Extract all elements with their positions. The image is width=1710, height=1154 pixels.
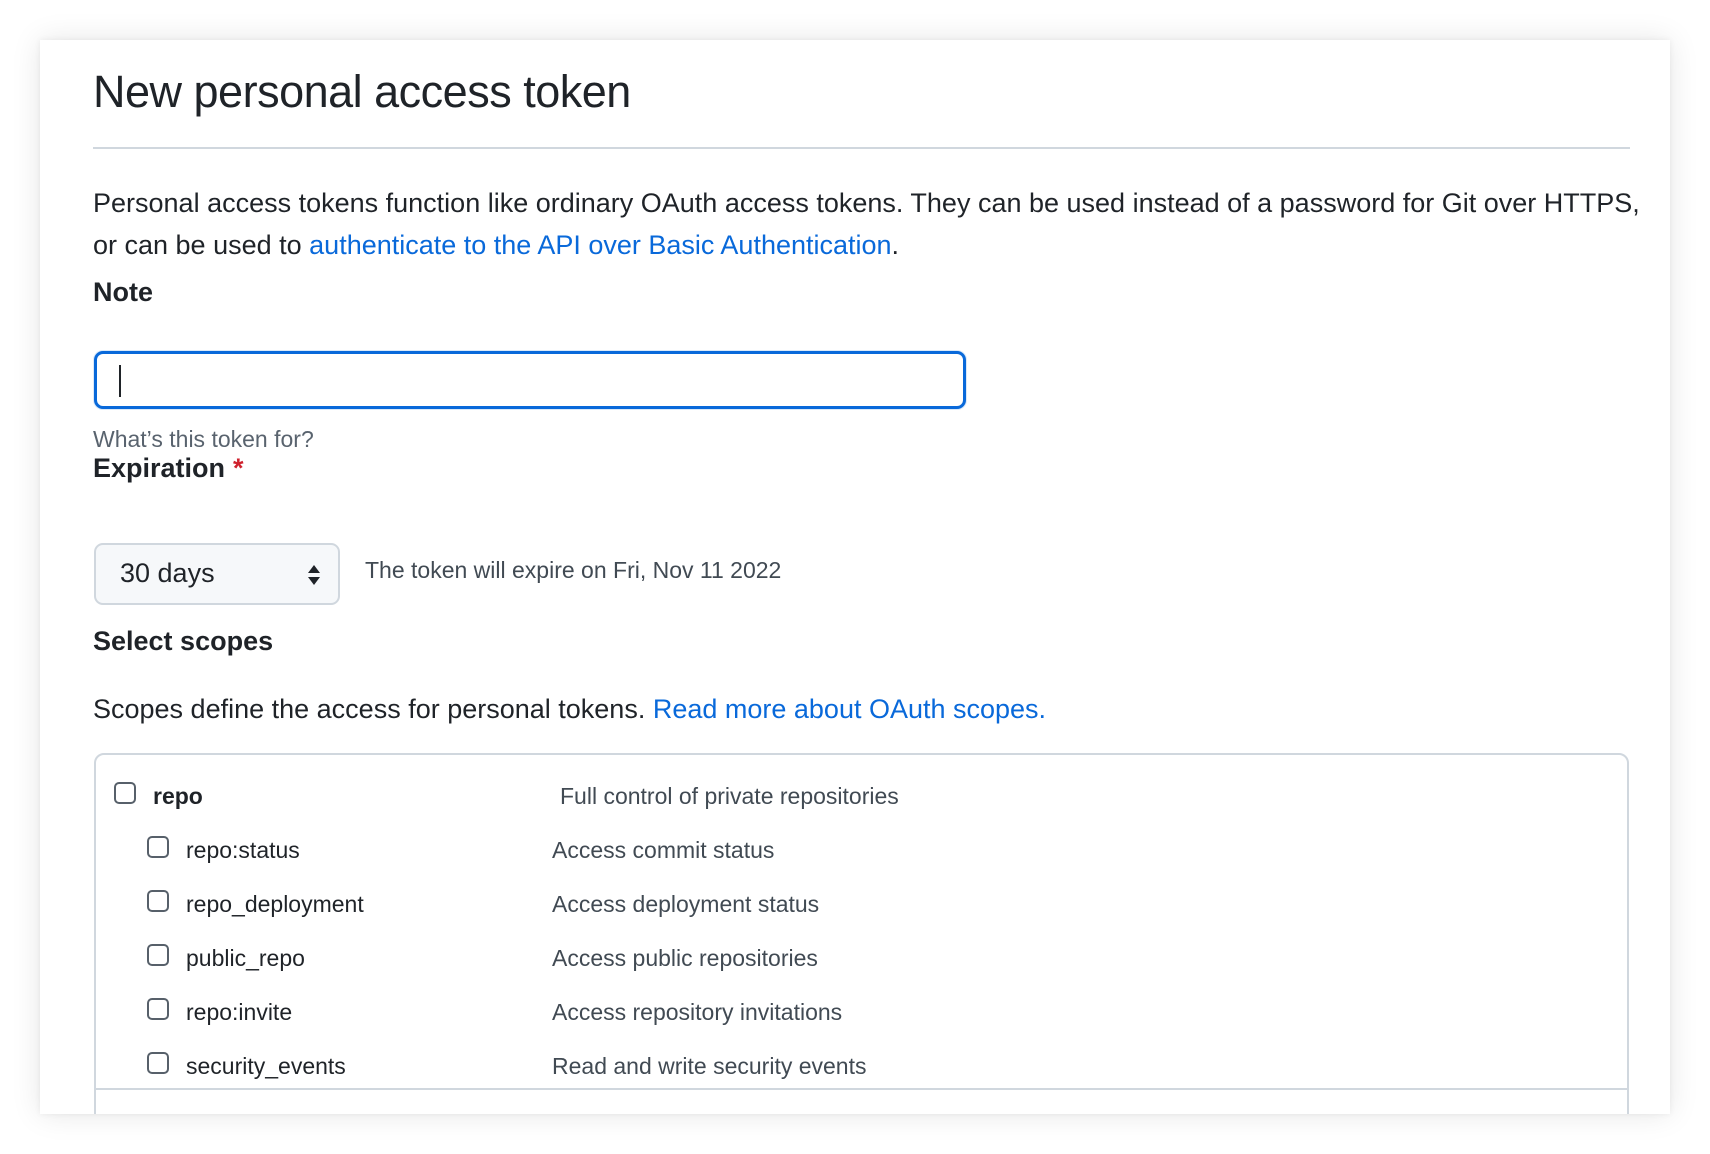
scope-checkbox-repo-invite[interactable] [147,998,169,1020]
expiration-select[interactable]: 30 days [94,543,340,605]
oauth-scopes-link[interactable]: Read more about OAuth scopes. [653,694,1046,724]
scope-name[interactable]: public_repo [186,945,305,972]
scope-description: Full control of private repositories [560,783,899,809]
page-title: New personal access token [93,66,631,117]
scope-row-repo: repo Full control of private repositorie… [96,775,1596,815]
scope-group-divider [96,1088,1627,1090]
basic-auth-link[interactable]: authenticate to the API over Basic Authe… [309,230,891,260]
scope-checkbox-repo[interactable] [114,782,136,804]
expiration-label: Expiration * [93,453,244,484]
expiration-label-text: Expiration [93,453,226,483]
expiration-selected-value: 30 days [120,558,215,588]
scope-name[interactable]: repo [153,783,203,810]
scope-description: Access public repositories [552,945,818,971]
scope-checkbox-security-events[interactable] [147,1052,169,1074]
intro-paragraph: Personal access tokens function like ord… [93,182,1653,266]
scope-row-repo-invite: repo:invite Access repository invitation… [96,991,1596,1031]
scopes-description-text: Scopes define the access for personal to… [93,694,653,724]
scope-name[interactable]: repo:status [186,837,300,864]
scopes-heading: Select scopes [93,626,274,656]
note-label: Note [93,277,153,307]
select-arrows-icon [308,565,320,585]
intro-text-end: . [891,230,900,260]
scope-description: Access deployment status [552,891,820,917]
scope-name[interactable]: repo_deployment [186,891,364,918]
note-hint: What’s this token for? [93,426,314,452]
required-marker: * [233,453,244,483]
text-cursor [119,365,121,397]
scope-description: Read and write security events [552,1053,867,1079]
scope-row-repo-deployment: repo_deployment Access deployment status [96,883,1596,923]
scope-description: Access repository invitations [552,999,843,1025]
scopes-description: Scopes define the access for personal to… [93,694,1046,725]
title-divider [93,147,1630,149]
scope-row-public-repo: public_repo Access public repositories [96,937,1596,977]
expiration-date-text: The token will expire on Fri, Nov 11 202… [365,557,782,583]
scope-description: Access commit status [552,837,775,863]
scope-checkbox-repo-status[interactable] [147,836,169,858]
token-form-card: New personal access token Personal acces… [40,40,1670,1114]
scope-name[interactable]: repo:invite [186,999,292,1026]
scope-row-repo-status: repo:status Access commit status [96,829,1596,869]
scope-name[interactable]: security_events [186,1053,346,1080]
note-input[interactable] [94,351,966,409]
scopes-list: repo Full control of private repositorie… [94,753,1629,1114]
scope-row-security-events: security_events Read and write security … [96,1045,1596,1085]
scope-checkbox-repo-deployment[interactable] [147,890,169,912]
scope-checkbox-public-repo[interactable] [147,944,169,966]
